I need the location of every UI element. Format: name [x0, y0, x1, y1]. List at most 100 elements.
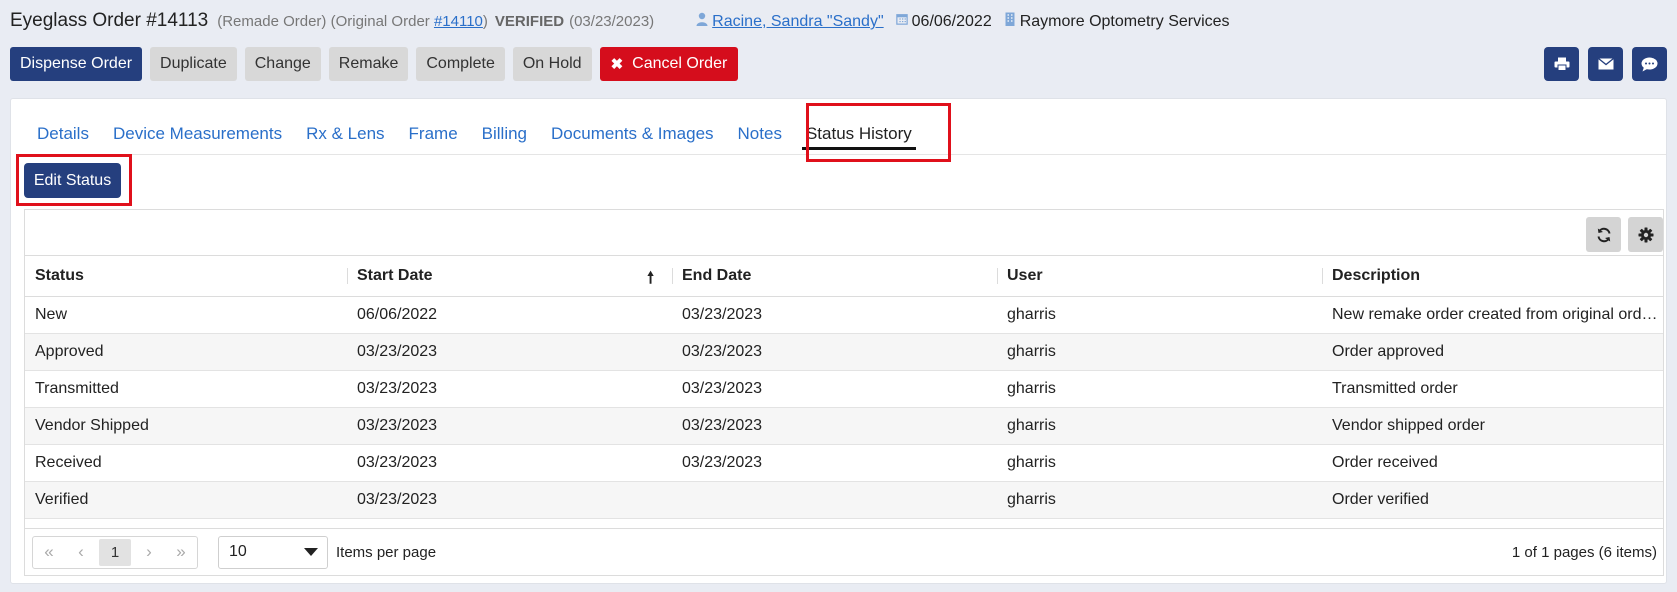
description-cell: Order received: [1322, 444, 1663, 482]
items-per-page-label: Items per page: [336, 543, 437, 561]
status-badge: VERIFIED: [494, 13, 565, 30]
prev-page-icon[interactable]: ‹: [65, 537, 97, 568]
tab-bar: Details Device Measurements Rx & Lens Fr…: [25, 99, 924, 154]
tab-documents-images[interactable]: Documents & Images: [539, 99, 726, 154]
user-cell: gharris: [997, 370, 1322, 408]
status-date: (03/23/2023): [569, 13, 655, 30]
description-cell: Order approved: [1322, 333, 1663, 371]
status-history-grid: Status Start Date 🠕 End Date User Descrip…: [24, 209, 1664, 576]
print-icon: [1554, 57, 1569, 71]
action-icons: [1544, 47, 1667, 81]
column-header-description[interactable]: Description: [1322, 256, 1663, 297]
table-row[interactable]: Received 03/23/2023 03/23/2023 gharris O…: [25, 444, 1663, 482]
order-toolbar: Dispense Order Duplicate Change Remake C…: [10, 47, 739, 81]
user-cell: gharris: [997, 481, 1322, 519]
end-date-cell: [672, 481, 997, 519]
pager: « ‹ 1 › » 10 Items per page 1 of 1 pages…: [25, 528, 1663, 575]
tab-notes[interactable]: Notes: [726, 99, 794, 154]
message-button[interactable]: [1632, 47, 1667, 81]
start-date-cell: 03/23/2023: [347, 407, 672, 445]
status-cell: Received: [25, 444, 347, 482]
tab-frame[interactable]: Frame: [397, 99, 470, 154]
order-title: Eyeglass Order #14113: [10, 10, 209, 31]
status-cell: Verified: [25, 481, 347, 519]
on-hold-button[interactable]: On Hold: [512, 47, 592, 81]
start-date-cell: 03/23/2023: [347, 370, 672, 408]
table-row[interactable]: Vendor Shipped 03/23/2023 03/23/2023 gha…: [25, 407, 1663, 445]
gear-icon: [1638, 227, 1653, 242]
last-page-icon[interactable]: »: [165, 537, 197, 568]
first-page-icon[interactable]: «: [33, 537, 65, 568]
calendar-icon: [895, 14, 908, 25]
tab-rx-lens[interactable]: Rx & Lens: [294, 99, 396, 154]
column-header-user[interactable]: User: [997, 256, 1322, 297]
user-icon: [696, 12, 708, 26]
description-cell: Vendor shipped order: [1322, 407, 1663, 445]
complete-button[interactable]: Complete: [416, 47, 505, 81]
patient-link[interactable]: Racine, Sandra "Sandy": [712, 13, 883, 31]
page-nav: « ‹ 1 › »: [32, 535, 198, 569]
pager-info: 1 of 1 pages (6 items): [1511, 543, 1657, 561]
start-date-cell: 03/23/2023: [347, 481, 672, 519]
tab-billing[interactable]: Billing: [470, 99, 539, 154]
description-cell: New remake order created from original o…: [1322, 296, 1663, 334]
end-date-cell: 03/23/2023: [672, 444, 997, 482]
duplicate-button[interactable]: Duplicate: [150, 47, 237, 81]
start-date-cell: 06/06/2022: [347, 296, 672, 334]
column-header-end-date[interactable]: End Date: [672, 256, 997, 297]
user-cell: gharris: [997, 333, 1322, 371]
start-date-cell: 03/23/2023: [347, 333, 672, 371]
column-header-start-date[interactable]: Start Date 🠕: [347, 256, 672, 297]
location: Raymore Optometry Services: [1004, 12, 1230, 31]
refresh-button[interactable]: [1586, 217, 1621, 252]
email-button[interactable]: [1588, 47, 1623, 81]
table-row[interactable]: Verified 03/23/2023 gharris Order verifi…: [25, 481, 1663, 519]
tab-details[interactable]: Details: [25, 99, 101, 154]
order-header: Eyeglass Order #14113 (Remade Order) (Or…: [10, 10, 1230, 38]
next-page-icon[interactable]: ›: [133, 537, 165, 568]
refresh-icon: [1597, 227, 1610, 242]
status-cell: New: [25, 296, 347, 334]
status-cell: Vendor Shipped: [25, 407, 347, 445]
user-cell: gharris: [997, 444, 1322, 482]
order-panel: Details Device Measurements Rx & Lens Fr…: [10, 98, 1667, 584]
edit-status-button[interactable]: Edit Status: [24, 163, 121, 198]
order-date: 06/06/2022: [895, 12, 992, 31]
remade-note: (Remade Order) (Original Order #14110): [217, 13, 488, 30]
user-cell: gharris: [997, 296, 1322, 334]
column-header-status[interactable]: Status: [25, 256, 347, 297]
tab-highlight-box: [806, 103, 951, 162]
chevron-down-icon: [304, 548, 318, 556]
envelope-icon: [1597, 58, 1614, 70]
table-row[interactable]: Transmitted 03/23/2023 03/23/2023 gharri…: [25, 370, 1663, 408]
building-icon: [1005, 12, 1015, 26]
description-cell: Order verified: [1322, 481, 1663, 519]
end-date-cell: 03/23/2023: [672, 333, 997, 371]
start-date-cell: 03/23/2023: [347, 444, 672, 482]
current-page[interactable]: 1: [99, 538, 131, 566]
description-cell: Transmitted order: [1322, 370, 1663, 408]
cancel-order-button[interactable]: ✖ Cancel Order: [599, 47, 739, 81]
end-date-cell: 03/23/2023: [672, 370, 997, 408]
table-row[interactable]: New 06/06/2022 03/23/2023 gharris New re…: [25, 296, 1663, 334]
page-size-select[interactable]: 10: [218, 535, 328, 569]
status-table: Status Start Date 🠕 End Date User Descrip…: [25, 256, 1663, 519]
status-cell: Transmitted: [25, 370, 347, 408]
close-icon: ✖: [610, 56, 624, 73]
settings-button[interactable]: [1628, 217, 1663, 252]
tab-device-measurements[interactable]: Device Measurements: [101, 99, 294, 154]
change-button[interactable]: Change: [244, 47, 321, 81]
grid-toolbar: [25, 210, 1663, 256]
status-cell: Approved: [25, 333, 347, 371]
patient[interactable]: Racine, Sandra "Sandy": [696, 12, 884, 31]
end-date-cell: 03/23/2023: [672, 407, 997, 445]
user-cell: gharris: [997, 407, 1322, 445]
sort-ascending-icon: 🠕: [647, 270, 654, 287]
table-header-row: Status Start Date 🠕 End Date User Descrip…: [25, 256, 1663, 297]
remake-button[interactable]: Remake: [328, 47, 409, 81]
table-row[interactable]: Approved 03/23/2023 03/23/2023 gharris O…: [25, 333, 1663, 371]
original-order-link[interactable]: #14110: [434, 13, 483, 30]
print-button[interactable]: [1544, 47, 1579, 81]
dispense-order-button[interactable]: Dispense Order: [10, 47, 143, 81]
chat-icon: [1641, 57, 1658, 71]
